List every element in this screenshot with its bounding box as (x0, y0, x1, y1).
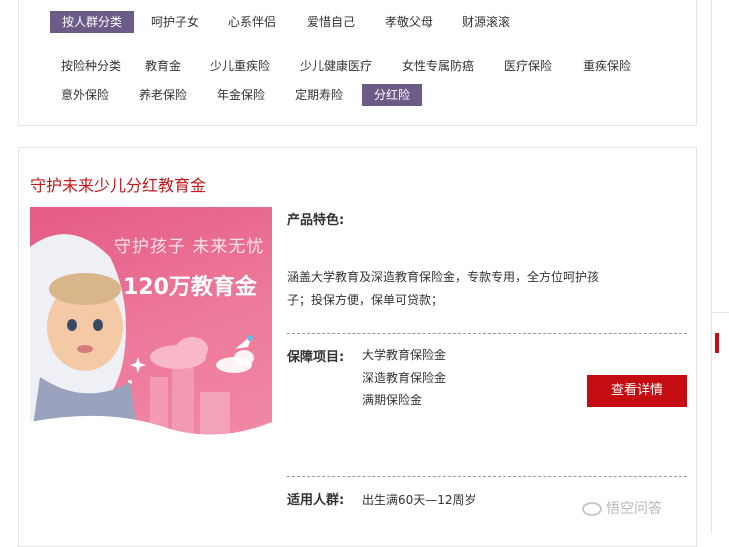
coverage-item-3: 满期保险金 (362, 393, 423, 407)
filter-annuity[interactable]: 年金保险 (217, 84, 265, 106)
audience-value: 出生满60天—12周岁 (362, 493, 477, 507)
divider-1 (287, 333, 687, 334)
filter-self[interactable]: 爱惜自己 (307, 11, 355, 33)
filter-term-life[interactable]: 定期寿险 (295, 84, 343, 106)
banner-slogan: 守护孩子 未来无忧 (114, 237, 265, 257)
watermark: 悟空问答 (582, 498, 662, 518)
coverage-label: 保障项目: (287, 350, 345, 365)
right-sidebar-accent (715, 333, 719, 353)
filter-critical-illness[interactable]: 重疾保险 (583, 55, 631, 77)
coverage-item-1: 大学教育保险金 (362, 348, 447, 362)
features-label: 产品特色: (287, 213, 345, 228)
filter-parents[interactable]: 孝敬父母 (385, 11, 433, 33)
product-card: 守护未来少儿分红教育金 守护孩子 未来无忧 120万教育金 产品特色: 涵盖大学… (18, 147, 697, 547)
divider-2 (287, 476, 687, 477)
filter-wealth[interactable]: 财源滚滚 (462, 11, 510, 33)
filter-female-cancer[interactable]: 女性专属防癌 (402, 55, 474, 77)
product-title[interactable]: 守护未来少儿分红教育金 (30, 172, 206, 196)
filter-by-group[interactable]: 按人群分类 (50, 11, 135, 33)
banner-amount: 120万教育金 (123, 275, 257, 300)
product-banner[interactable]: 守护孩子 未来无忧 120万教育金 (30, 207, 272, 447)
filter-child-critical[interactable]: 少儿重疾险 (210, 55, 270, 77)
filter-pension[interactable]: 养老保险 (139, 84, 187, 106)
features-line-2: 子；投保方便，保单可贷款； (287, 293, 444, 307)
filter-by-type[interactable]: 按险种分类 (61, 55, 121, 77)
right-sidebar-edge (711, 0, 729, 534)
watermark-logo-icon (582, 502, 602, 516)
filter-dividend[interactable]: 分红险 (362, 84, 423, 106)
filter-children[interactable]: 呵护子女 (151, 11, 199, 33)
filter-accident[interactable]: 意外保险 (61, 84, 109, 106)
filter-child-medical[interactable]: 少儿健康医疗 (300, 55, 372, 77)
view-details-button[interactable]: 查看详情 (587, 375, 687, 407)
coverage-item-2: 深造教育保险金 (362, 371, 447, 385)
filter-education[interactable]: 教育金 (145, 55, 181, 77)
filter-panel: 按人群分类 呵护子女 心系伴侣 爱惜自己 孝敬父母 财源滚滚 按险种分类 教育金… (18, 0, 697, 126)
filter-medical[interactable]: 医疗保险 (504, 55, 552, 77)
right-sidebar-divider (711, 312, 729, 313)
features-line-1: 涵盖大学教育及深造教育保险金，专款专用，全方位呵护孩 (287, 270, 600, 284)
audience-label: 适用人群: (287, 493, 345, 508)
watermark-text: 悟空问答 (606, 501, 662, 517)
filter-partner[interactable]: 心系伴侣 (228, 11, 276, 33)
